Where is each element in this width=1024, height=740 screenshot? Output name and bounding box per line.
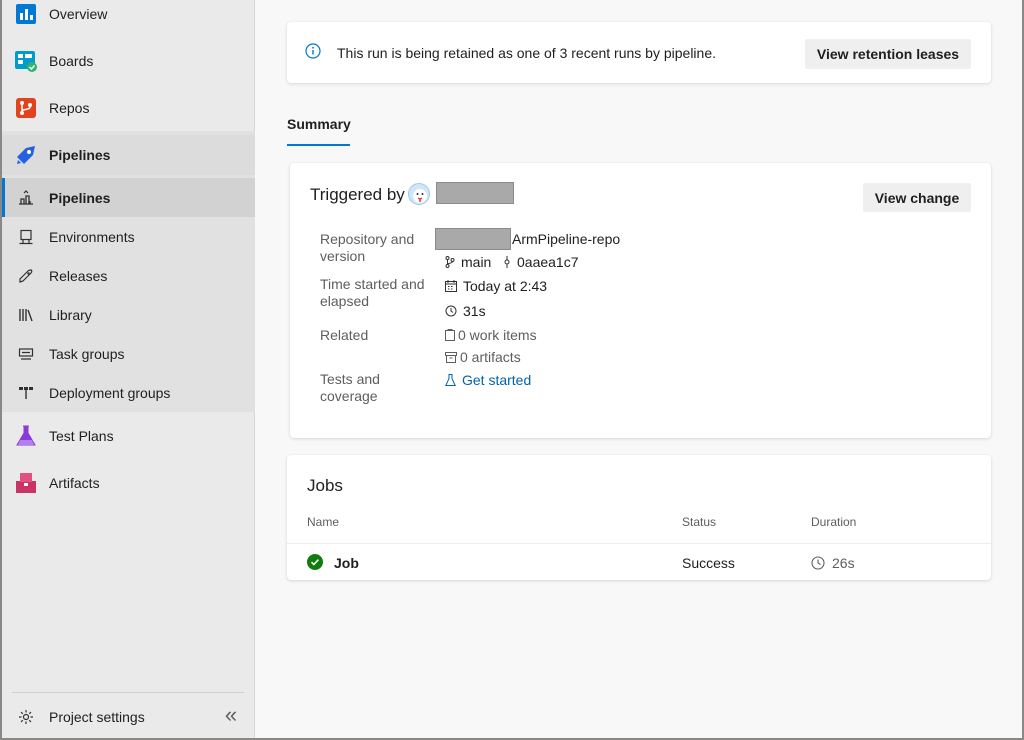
jobs-card: Jobs Name Status Duration Job Success 26… bbox=[287, 455, 991, 580]
main-content: This run is being retained as one of 3 r… bbox=[255, 0, 1022, 738]
column-header-name: Name bbox=[307, 515, 340, 529]
sidebar-item-label: Pipelines bbox=[49, 147, 111, 163]
column-header-status: Status bbox=[682, 515, 717, 529]
project-settings-label: Project settings bbox=[49, 709, 145, 725]
sidebar-item-pipelines[interactable]: Pipelines bbox=[2, 135, 255, 175]
clock-icon bbox=[445, 305, 457, 317]
task-groups-icon bbox=[16, 344, 36, 364]
triggered-by-heading: Triggered by bbox=[310, 185, 405, 204]
test-plans-icon bbox=[14, 424, 38, 448]
collapse-sidebar-button[interactable]: « bbox=[220, 704, 242, 726]
sidebar-subitem-deployment-groups[interactable]: Deployment groups bbox=[2, 373, 255, 412]
sidebar-item-label: Overview bbox=[49, 6, 108, 22]
commit-id: 0aaea1c7 bbox=[517, 254, 579, 270]
job-duration: 26s bbox=[832, 555, 855, 571]
branch-icon bbox=[445, 256, 455, 268]
started-value: Today at 2:43 bbox=[445, 278, 547, 294]
boards-icon bbox=[14, 49, 38, 73]
branch-value[interactable]: main bbox=[445, 254, 491, 270]
job-status: Success bbox=[682, 555, 735, 571]
sidebar-item-label: Environments bbox=[49, 228, 135, 245]
sidebar: Overview Boards Repos Pipelines Pipeline… bbox=[2, 0, 255, 738]
tab-summary[interactable]: Summary bbox=[287, 116, 351, 132]
get-started-link[interactable]: Get started bbox=[445, 372, 531, 388]
commit-value[interactable]: 0aaea1c7 bbox=[503, 254, 579, 270]
related-label: Related bbox=[320, 327, 369, 343]
retention-banner: This run is being retained as one of 3 r… bbox=[287, 22, 991, 83]
view-retention-leases-button[interactable]: View retention leases bbox=[805, 39, 971, 69]
redacted-user bbox=[436, 182, 514, 204]
work-items-value: 0 work items bbox=[445, 327, 537, 343]
table-row[interactable]: Job Success 26s bbox=[287, 544, 991, 580]
sidebar-divider bbox=[12, 692, 244, 693]
sidebar-item-test-plans[interactable]: Test Plans bbox=[2, 416, 255, 456]
sidebar-item-repos[interactable]: Repos bbox=[2, 88, 255, 128]
artifacts-icon bbox=[14, 471, 38, 495]
pipelines-icon bbox=[14, 143, 38, 167]
view-change-button[interactable]: View change bbox=[863, 183, 971, 212]
project-settings-button[interactable]: Project settings bbox=[2, 700, 255, 734]
sidebar-item-boards[interactable]: Boards bbox=[2, 41, 255, 81]
avatar bbox=[408, 183, 430, 205]
overview-icon bbox=[14, 2, 38, 26]
artifacts-text: 0 artifacts bbox=[460, 349, 521, 365]
repository-name[interactable]: ArmPipeline-repo bbox=[512, 231, 620, 247]
success-check-icon bbox=[307, 554, 323, 573]
started-time: Today at 2:43 bbox=[463, 278, 548, 294]
duration-clock-icon bbox=[811, 556, 825, 573]
sidebar-item-label: Task groups bbox=[49, 345, 125, 362]
sidebar-subitem-task-groups[interactable]: Task groups bbox=[2, 334, 255, 373]
repository-label: Repository and version bbox=[320, 231, 415, 264]
repos-icon bbox=[14, 96, 38, 120]
sidebar-item-label: Pipelines bbox=[49, 189, 111, 206]
sidebar-item-label: Deployment groups bbox=[49, 384, 171, 401]
library-icon bbox=[16, 305, 36, 325]
branch-name: main bbox=[461, 254, 492, 270]
releases-icon bbox=[16, 266, 36, 286]
sidebar-subitem-releases[interactable]: Releases bbox=[2, 256, 255, 295]
jobs-heading: Jobs bbox=[307, 476, 343, 495]
work-item-icon bbox=[445, 329, 455, 341]
sidebar-item-label: Library bbox=[49, 306, 92, 323]
flask-icon bbox=[445, 374, 456, 386]
sidebar-item-label: Releases bbox=[49, 267, 108, 284]
sidebar-item-label: Repos bbox=[49, 100, 90, 116]
commit-icon bbox=[503, 256, 511, 268]
pipeline-rocket-icon bbox=[16, 188, 36, 208]
app-window: Overview Boards Repos Pipelines Pipeline… bbox=[0, 0, 1024, 740]
artifact-icon bbox=[445, 351, 457, 363]
summary-card: Triggered by View change Repository and … bbox=[290, 163, 991, 438]
redacted-org bbox=[435, 228, 511, 250]
sidebar-subitem-environments[interactable]: Environments bbox=[2, 217, 255, 256]
elapsed-value: 31s bbox=[445, 303, 486, 319]
artifacts-value: 0 artifacts bbox=[445, 349, 521, 365]
sidebar-item-label: Test Plans bbox=[49, 428, 114, 444]
sidebar-item-label: Boards bbox=[49, 53, 94, 69]
tests-label: Tests and coverage bbox=[320, 371, 380, 404]
info-icon bbox=[305, 43, 321, 62]
retention-message: This run is being retained as one of 3 r… bbox=[337, 45, 717, 61]
calendar-icon bbox=[445, 280, 457, 292]
gear-icon bbox=[16, 707, 36, 727]
environments-icon bbox=[16, 227, 36, 247]
work-items-text: 0 work items bbox=[458, 327, 537, 343]
sidebar-item-overview[interactable]: Overview bbox=[2, 0, 255, 34]
repository-name-text: ArmPipeline-repo bbox=[512, 231, 621, 247]
column-header-duration: Duration bbox=[811, 515, 857, 529]
sidebar-subitem-pipelines[interactable]: Pipelines bbox=[2, 178, 255, 217]
elapsed-time: 31s bbox=[463, 303, 486, 319]
sidebar-subitem-library[interactable]: Library bbox=[2, 295, 255, 334]
tab-summary-indicator bbox=[287, 144, 350, 146]
job-name: Job bbox=[334, 555, 359, 571]
sidebar-item-label: Artifacts bbox=[49, 475, 100, 491]
time-label: Time started and elapsed bbox=[320, 276, 425, 309]
deployment-groups-icon bbox=[16, 383, 36, 403]
double-chevron-left-icon: « bbox=[224, 702, 238, 727]
sidebar-item-artifacts[interactable]: Artifacts bbox=[2, 463, 255, 503]
get-started-text: Get started bbox=[462, 372, 532, 388]
